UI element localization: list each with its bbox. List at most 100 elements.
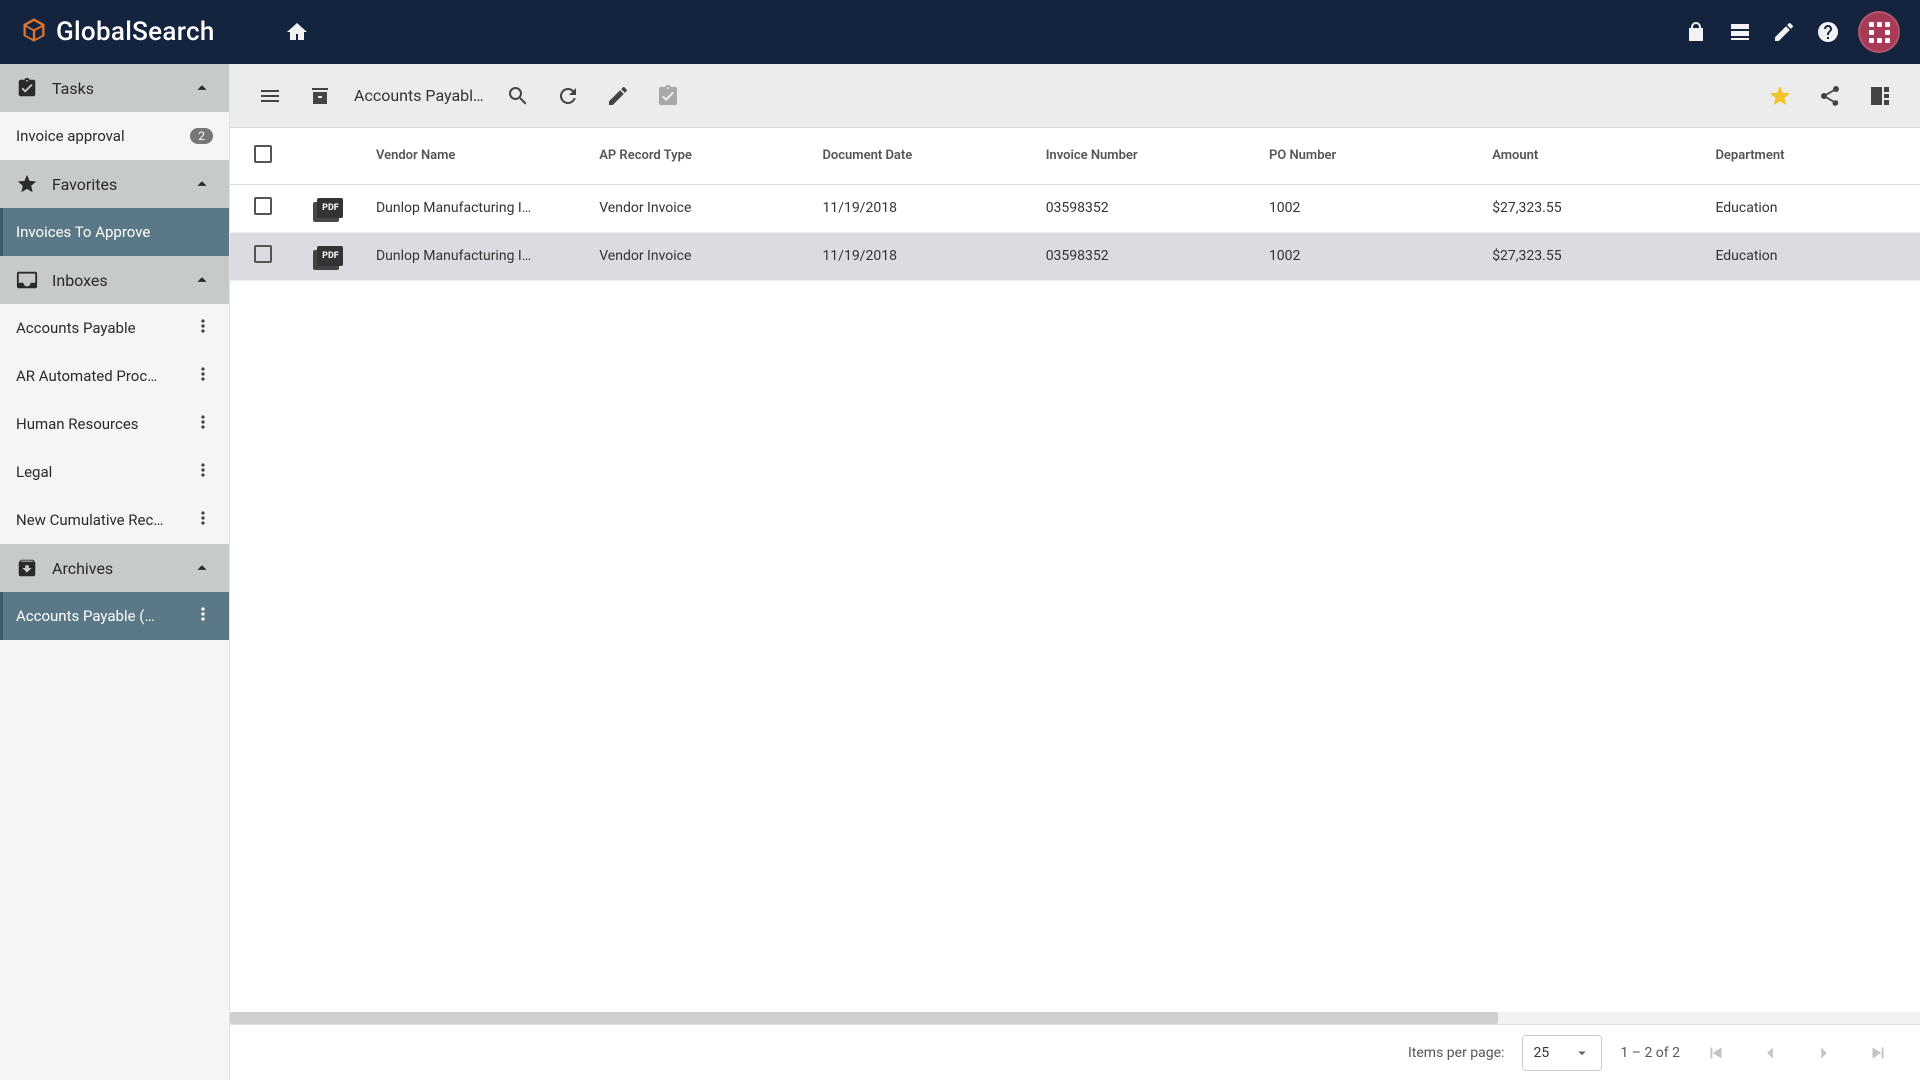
table-header-row: Vendor Name AP Record Type Document Date… (230, 128, 1920, 184)
avatar-identicon (1869, 22, 1889, 42)
row-checkbox[interactable] (254, 197, 272, 215)
menu-button[interactable] (250, 76, 290, 116)
sidebar-item-label: Invoice approval (16, 127, 125, 145)
page-range: 1 – 2 of 2 (1620, 1045, 1680, 1061)
home-button[interactable] (275, 10, 319, 54)
document-type-icon[interactable]: PDF PDF (317, 246, 343, 266)
share-button[interactable] (1810, 76, 1850, 116)
sidebar-item-accounts-payable-workflow[interactable]: Accounts Payable (Wor… (0, 592, 229, 640)
col-invoice[interactable]: Invoice Number (1034, 128, 1257, 184)
sidebar-item-ar-automated[interactable]: AR Automated Process … (0, 352, 229, 400)
cell-invoice: 03598352 (1034, 232, 1257, 280)
sidebar-item-hr[interactable]: Human Resources (0, 400, 229, 448)
cell-date: 11/19/2018 (810, 184, 1033, 232)
col-po[interactable]: PO Number (1257, 128, 1480, 184)
brand-logo[interactable]: GlobalSearch (20, 16, 215, 48)
col-dept[interactable]: Department (1703, 128, 1920, 184)
document-type-icon[interactable]: PDF PDF (317, 198, 343, 218)
sidebar-item-invoice-approval[interactable]: Invoice approval 2 (0, 112, 229, 160)
horizontal-scrollbar[interactable] (230, 1012, 1920, 1024)
chevron-up-icon (191, 77, 213, 99)
cell-vendor: Dunlop Manufacturing I… (364, 232, 587, 280)
results-table-wrap: Vendor Name AP Record Type Document Date… (230, 128, 1920, 1012)
next-page-button (1806, 1035, 1842, 1071)
menu-icon (258, 84, 282, 108)
star-filled-icon (1768, 84, 1792, 108)
sidebar-header-label: Tasks (52, 79, 94, 98)
col-date[interactable]: Document Date (810, 128, 1033, 184)
cell-type: Vendor Invoice (587, 232, 810, 280)
edit-button[interactable] (598, 76, 638, 116)
sidebar: Tasks Invoice approval 2 Favorites Invoi… (0, 64, 230, 1080)
cell-dept: Education (1703, 184, 1920, 232)
sidebar-header-inboxes[interactable]: Inboxes (0, 256, 229, 304)
items-per-page-select[interactable]: 25 (1522, 1035, 1602, 1071)
col-type[interactable]: AP Record Type (587, 128, 810, 184)
storage-icon[interactable] (1718, 10, 1762, 54)
tasks-icon (16, 77, 38, 99)
kebab-icon[interactable] (193, 460, 213, 484)
cell-amount: $27,323.55 (1480, 184, 1703, 232)
sidebar-header-archives[interactable]: Archives (0, 544, 229, 592)
col-amount[interactable]: Amount (1480, 128, 1703, 184)
kebab-icon[interactable] (193, 508, 213, 532)
layout-button[interactable] (1860, 76, 1900, 116)
pencil-icon (606, 84, 630, 108)
prev-page-button (1752, 1035, 1788, 1071)
sidebar-header-favorites[interactable]: Favorites (0, 160, 229, 208)
sidebar-item-label: Accounts Payable (16, 319, 136, 337)
sidebar-item-label: Invoices To Approve (16, 223, 150, 241)
sidebar-header-label: Favorites (52, 175, 117, 194)
sidebar-item-new-cumulative[interactable]: New Cumulative Records (0, 496, 229, 544)
cell-amount: $27,323.55 (1480, 232, 1703, 280)
scrollbar-thumb[interactable] (230, 1012, 1498, 1024)
avatar[interactable] (1858, 11, 1900, 53)
help-icon[interactable] (1806, 10, 1850, 54)
pdf-icon: PDF (317, 198, 343, 218)
row-checkbox[interactable] (254, 245, 272, 263)
sidebar-item-label: Accounts Payable (Wor… (16, 607, 165, 625)
cell-type: Vendor Invoice (587, 184, 810, 232)
table-row[interactable]: PDF PDF Dunlop Manufacturing I… Vendor I… (230, 184, 1920, 232)
paginator: Items per page: 25 1 – 2 of 2 (230, 1024, 1920, 1080)
sidebar-header-label: Inboxes (52, 271, 108, 290)
sidebar-item-accounts-payable[interactable]: Accounts Payable (0, 304, 229, 352)
sidebar-item-invoices-to-approve[interactable]: Invoices To Approve (0, 208, 229, 256)
search-refresh-button[interactable] (498, 76, 538, 116)
cell-date: 11/19/2018 (810, 232, 1033, 280)
cell-po: 1002 (1257, 184, 1480, 232)
sidebar-item-label: Legal (16, 463, 52, 481)
col-vendor[interactable]: Vendor Name (364, 128, 587, 184)
chevron-up-icon (191, 269, 213, 291)
kebab-icon[interactable] (193, 604, 213, 628)
badge-count: 2 (190, 128, 213, 144)
refresh-button[interactable] (548, 76, 588, 116)
toolbar: Accounts Payabl… (230, 64, 1920, 128)
archive-context-icon (300, 76, 340, 116)
search-swap-icon (506, 84, 530, 108)
brand-icon (20, 16, 48, 48)
kebab-icon[interactable] (193, 316, 213, 340)
table-row[interactable]: PDF PDF Dunlop Manufacturing I… Vendor I… (230, 232, 1920, 280)
select-all-checkbox[interactable] (254, 145, 272, 163)
clipboard-check-icon (656, 84, 680, 108)
chevron-up-icon (191, 173, 213, 195)
archive-icon (16, 557, 38, 579)
first-page-button (1698, 1035, 1734, 1071)
lock-icon[interactable] (1674, 10, 1718, 54)
chevron-up-icon (191, 557, 213, 579)
sidebar-item-label: New Cumulative Records (16, 511, 165, 529)
chevron-down-icon (1573, 1044, 1591, 1062)
inbox-icon (16, 269, 38, 291)
sidebar-header-tasks[interactable]: Tasks (0, 64, 229, 112)
favorite-toggle[interactable] (1760, 76, 1800, 116)
results-table: Vendor Name AP Record Type Document Date… (230, 128, 1920, 281)
main: Accounts Payabl… (230, 64, 1920, 1080)
layout-icon (1868, 84, 1892, 108)
items-per-page-label: Items per page: (1408, 1045, 1504, 1061)
compose-icon[interactable] (1762, 10, 1806, 54)
sidebar-item-legal[interactable]: Legal (0, 448, 229, 496)
share-icon (1818, 84, 1842, 108)
kebab-icon[interactable] (193, 412, 213, 436)
kebab-icon[interactable] (193, 364, 213, 388)
